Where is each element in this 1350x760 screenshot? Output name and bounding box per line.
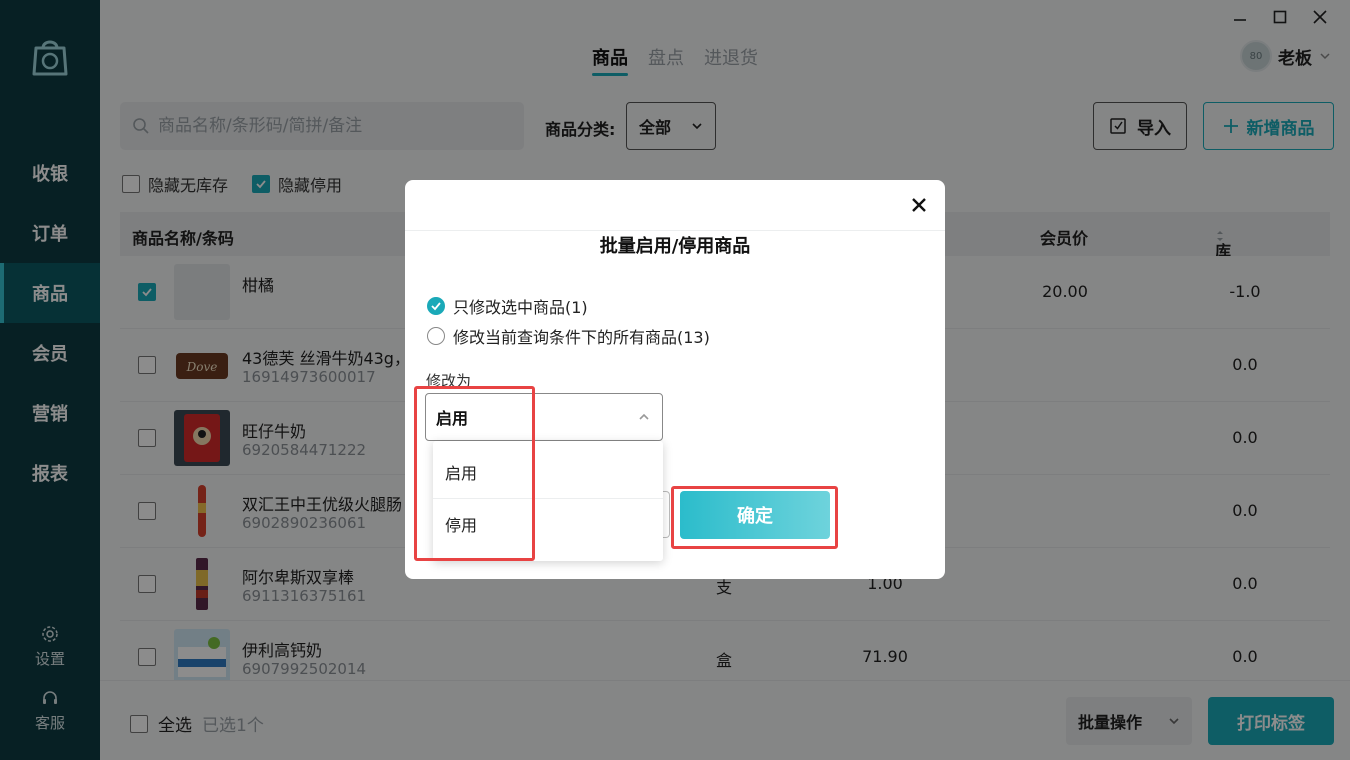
option-selected-only-label: 只修改选中商品(1) xyxy=(453,298,588,317)
dialog-title: 批量启用/停用商品 xyxy=(599,236,751,257)
radio-selected-only[interactable] xyxy=(427,297,445,315)
option-selected-only[interactable]: 只修改选中商品(1) xyxy=(427,294,588,318)
highlight-confirm-button xyxy=(671,486,838,549)
chevron-up-icon xyxy=(639,413,649,420)
close-icon xyxy=(912,198,926,212)
radio-all-matching[interactable] xyxy=(427,327,445,345)
option-all-matching[interactable]: 修改当前查询条件下的所有商品(13) xyxy=(427,324,710,348)
dialog-header xyxy=(405,180,945,231)
check-icon xyxy=(431,302,441,311)
highlight-status-options xyxy=(414,386,535,561)
option-all-matching-label: 修改当前查询条件下的所有商品(13) xyxy=(453,328,710,347)
dialog-close-button[interactable] xyxy=(907,193,931,217)
